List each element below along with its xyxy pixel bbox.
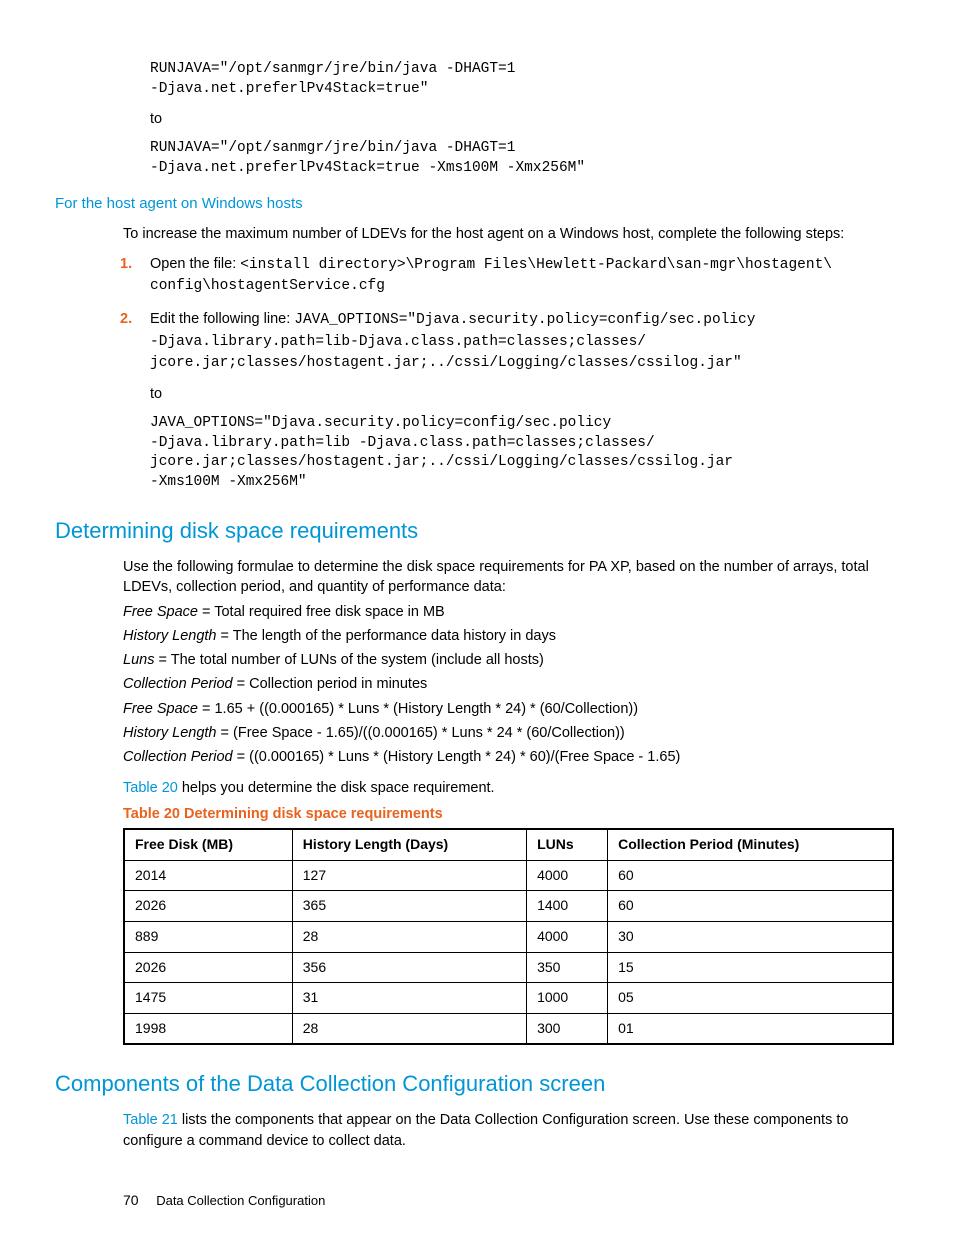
step-2-lead: Edit the following line: [150,311,294,327]
definition-row: History Length = The length of the perfo… [123,626,894,646]
table-20-link-tail: helps you determine the disk space requi… [178,780,495,796]
table-cell: 1000 [527,983,608,1014]
definition-row: Collection Period = Collection period in… [123,674,894,694]
definition-row: Collection Period = ((0.000165) * Luns *… [123,747,894,767]
step-1: 1. Open the file: <install directory>\Pr… [150,254,894,297]
page-number: 70 [123,1192,139,1208]
definition-term: History Length [123,725,217,741]
table-cell: 1400 [527,891,608,922]
footer-label: Data Collection Configuration [156,1193,325,1208]
table-row: 88928400030 [124,922,893,953]
table-cell: 30 [608,922,893,953]
step-1-path: <install directory>\Program Files\Hewlet… [150,257,841,295]
table-row: 147531100005 [124,983,893,1014]
separator-to: to [150,109,894,129]
definition-equation: = Total required free disk space in MB [198,604,445,620]
definition-row: Free Space = 1.65 + ((0.000165) * Luns *… [123,699,894,719]
table-cell: 60 [608,860,893,891]
table-header-cell: Collection Period (Minutes) [608,829,893,860]
definition-term: History Length [123,628,217,644]
definition-equation: = 1.65 + ((0.000165) * Luns * (History L… [198,701,638,717]
table-cell: 4000 [527,860,608,891]
table-cell: 1998 [124,1013,292,1044]
table-cell: 365 [292,891,526,922]
disk-intro-paragraph: Use the following formulae to determine … [123,557,894,598]
step-2-code-after: JAVA_OPTIONS="Djava.security.policy=conf… [150,414,894,492]
definition-equation: = The length of the performance data his… [217,628,556,644]
definition-row: Luns = The total number of LUNs of the s… [123,650,894,670]
table-21-link[interactable]: Table 21 [123,1112,178,1128]
table-row: 19982830001 [124,1013,893,1044]
definition-term: Free Space [123,604,198,620]
definition-term: Collection Period [123,749,233,765]
code-block-runjava-after: RUNJAVA="/opt/sanmgr/jre/bin/java -DHAGT… [150,139,894,178]
table-row: 2026365140060 [124,891,893,922]
table-cell: 350 [527,952,608,983]
table-cell: 28 [292,1013,526,1044]
table-cell: 889 [124,922,292,953]
table-20-link[interactable]: Table 20 [123,780,178,796]
page-footer: 70 Data Collection Configuration [123,1191,894,1211]
table-21-link-tail: lists the components that appear on the … [123,1112,848,1148]
step-number: 1. [120,254,132,274]
section-heading-hostagent-windows: For the host agent on Windows hosts [55,193,894,214]
table-cell: 2014 [124,860,292,891]
definition-term: Collection Period [123,676,233,692]
hostagent-steps-list: 1. Open the file: <install directory>\Pr… [55,254,894,492]
step-number: 2. [120,309,132,329]
definition-term: Luns [123,652,154,668]
table-cell: 05 [608,983,893,1014]
table-cell: 356 [292,952,526,983]
section-heading-disk-space: Determining disk space requirements [55,516,894,547]
components-paragraph: Table 21 lists the components that appea… [123,1110,894,1151]
table-20-caption: Table 20 Determining disk space requirem… [123,804,894,824]
table-cell: 15 [608,952,893,983]
table-cell: 31 [292,983,526,1014]
table-cell: 4000 [527,922,608,953]
definition-equation: = The total number of LUNs of the system… [154,652,543,668]
definition-row: Free Space = Total required free disk sp… [123,602,894,622]
table-header-cell: Free Disk (MB) [124,829,292,860]
definition-term: Free Space [123,701,198,717]
section-heading-components: Components of the Data Collection Config… [55,1069,894,1100]
table-header-cell: History Length (Days) [292,829,526,860]
table-cell: 01 [608,1013,893,1044]
table-cell: 2026 [124,891,292,922]
step-2: 2. Edit the following line: JAVA_OPTIONS… [150,309,894,492]
code-block-runjava-before: RUNJAVA="/opt/sanmgr/jre/bin/java -DHAGT… [150,60,894,99]
table-cell: 127 [292,860,526,891]
definition-equation: = Collection period in minutes [233,676,428,692]
definition-row: History Length = (Free Space - 1.65)/((0… [123,723,894,743]
table-cell: 300 [527,1013,608,1044]
table-20: Free Disk (MB)History Length (Days)LUNsC… [123,828,894,1045]
definition-equation: = ((0.000165) * Luns * (History Length *… [233,749,681,765]
step-1-lead: Open the file: [150,256,240,272]
table-header-cell: LUNs [527,829,608,860]
table-reference-paragraph: Table 20 helps you determine the disk sp… [123,778,894,798]
table-cell: 28 [292,922,526,953]
table-row: 202635635015 [124,952,893,983]
table-cell: 60 [608,891,893,922]
table-row: 2014127400060 [124,860,893,891]
separator-to: to [150,384,894,404]
table-cell: 1475 [124,983,292,1014]
definition-equation: = (Free Space - 1.65)/((0.000165) * Luns… [217,725,625,741]
hostagent-intro-paragraph: To increase the maximum number of LDEVs … [123,224,894,244]
table-cell: 2026 [124,952,292,983]
